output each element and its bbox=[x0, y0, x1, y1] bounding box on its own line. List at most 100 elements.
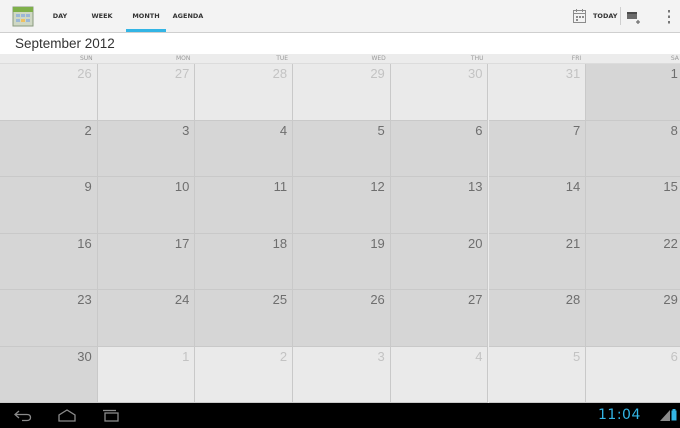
day-number: 29 bbox=[370, 66, 385, 81]
day-cell[interactable]: 22 bbox=[586, 233, 680, 290]
recent-apps-icon[interactable] bbox=[102, 409, 120, 422]
day-number: 5 bbox=[377, 122, 385, 138]
day-number: 22 bbox=[663, 235, 678, 251]
day-cell[interactable]: 27 bbox=[390, 290, 489, 347]
day-number: 1 bbox=[670, 66, 678, 81]
day-cell[interactable]: 4 bbox=[195, 120, 294, 177]
day-cell[interactable]: 27 bbox=[97, 64, 196, 121]
day-number: 2 bbox=[84, 122, 92, 138]
day-number: 25 bbox=[272, 292, 288, 307]
day-number: 28 bbox=[272, 66, 288, 81]
overflow-menu-icon[interactable] bbox=[666, 10, 672, 24]
day-cell[interactable]: 6 bbox=[586, 346, 680, 403]
day-cell[interactable]: 14 bbox=[488, 177, 587, 234]
tab-week[interactable]: WEEK bbox=[87, 0, 117, 32]
day-cell[interactable]: 31 bbox=[488, 64, 587, 121]
day-number: 8 bbox=[670, 122, 678, 138]
weekday-label: MON bbox=[175, 55, 191, 62]
day-cell[interactable]: 25 bbox=[195, 290, 294, 347]
day-cell[interactable]: 13 bbox=[390, 177, 489, 234]
day-number: 14 bbox=[565, 179, 581, 194]
day-cell[interactable]: 10 bbox=[97, 177, 196, 234]
today-button[interactable]: TODAY bbox=[593, 0, 617, 32]
weekday-label: TUE bbox=[276, 55, 289, 62]
day-cell[interactable]: 3 bbox=[97, 120, 196, 177]
day-cell[interactable]: 3 bbox=[293, 346, 391, 403]
day-cell[interactable]: 1 bbox=[97, 346, 196, 403]
day-cell[interactable]: 6 bbox=[390, 120, 489, 177]
day-number: 26 bbox=[77, 66, 92, 81]
new-event-icon[interactable] bbox=[626, 8, 642, 24]
day-cell[interactable]: 5 bbox=[293, 120, 391, 177]
day-cell[interactable]: 24 bbox=[97, 290, 196, 347]
day-cell[interactable]: 8 bbox=[586, 120, 680, 177]
calendar-app-icon[interactable] bbox=[12, 5, 34, 27]
day-number: 5 bbox=[572, 348, 581, 364]
action-bar: DAY WEEK MONTH AGENDA TODAY bbox=[0, 0, 680, 33]
day-cell[interactable]: 20 bbox=[390, 233, 489, 290]
day-cell[interactable]: 30 bbox=[390, 64, 489, 121]
day-number: 18 bbox=[272, 235, 288, 251]
signal-icon bbox=[660, 410, 670, 421]
system-nav-bar: 11:04 bbox=[0, 403, 680, 428]
day-cell[interactable]: 7 bbox=[488, 120, 587, 177]
day-cell[interactable]: 21 bbox=[488, 233, 587, 290]
day-cell[interactable]: 2 bbox=[195, 346, 294, 403]
day-number: 20 bbox=[468, 235, 483, 251]
day-number: 6 bbox=[670, 348, 678, 364]
day-cell[interactable]: 11 bbox=[195, 177, 294, 234]
today-calendar-icon[interactable] bbox=[573, 9, 586, 23]
weekday-label: WED bbox=[371, 55, 386, 62]
day-number: 12 bbox=[370, 179, 385, 194]
day-cell[interactable]: 15 bbox=[586, 177, 680, 234]
day-number: 11 bbox=[273, 179, 288, 194]
day-cell[interactable]: 1 bbox=[586, 64, 680, 121]
day-number: 9 bbox=[84, 179, 92, 194]
back-icon[interactable] bbox=[14, 409, 32, 422]
weekday-label: FRI bbox=[571, 55, 582, 62]
tab-day[interactable]: DAY bbox=[46, 0, 74, 32]
month-grid: 26 27 28 29 30 31 1 2 3 4 5 6 7 8 9 10 11 12 13 14 15 16 17 18 1… bbox=[0, 64, 680, 403]
day-number: 17 bbox=[174, 235, 190, 251]
day-cell[interactable]: 5 bbox=[488, 346, 587, 403]
day-number: 16 bbox=[77, 235, 92, 251]
tab-agenda[interactable]: AGENDA bbox=[170, 0, 206, 32]
day-number: 24 bbox=[174, 292, 190, 307]
day-cell[interactable]: 12 bbox=[293, 177, 391, 234]
day-number: 28 bbox=[565, 292, 581, 307]
day-number: 15 bbox=[663, 179, 678, 194]
day-number: 30 bbox=[77, 348, 92, 364]
weekday-label: SUN bbox=[79, 55, 93, 62]
day-number: 1 bbox=[182, 348, 190, 364]
day-number: 3 bbox=[182, 122, 190, 138]
day-number: 30 bbox=[468, 66, 483, 81]
day-cell[interactable]: 29 bbox=[586, 290, 680, 347]
day-cell[interactable]: 26 bbox=[293, 290, 391, 347]
day-number: 26 bbox=[370, 292, 385, 307]
day-number: 23 bbox=[77, 292, 92, 307]
day-cell[interactable]: 16 bbox=[0, 233, 98, 290]
day-number: 13 bbox=[468, 179, 483, 194]
day-cell[interactable]: 18 bbox=[195, 233, 294, 290]
tab-month[interactable]: MONTH bbox=[126, 0, 166, 32]
month-title: September 2012 bbox=[0, 33, 680, 54]
day-number: 10 bbox=[174, 179, 190, 194]
day-cell[interactable]: 23 bbox=[0, 290, 98, 347]
day-cell[interactable]: 19 bbox=[293, 233, 391, 290]
day-number: 2 bbox=[279, 348, 288, 364]
day-number: 31 bbox=[565, 66, 581, 81]
day-cell[interactable]: 9 bbox=[0, 177, 98, 234]
day-cell[interactable]: 28 bbox=[195, 64, 294, 121]
status-clock: 11:04 bbox=[598, 407, 641, 423]
day-cell[interactable]: 4 bbox=[390, 346, 489, 403]
day-number: 27 bbox=[174, 66, 190, 81]
day-cell[interactable]: 29 bbox=[293, 64, 391, 121]
home-icon[interactable] bbox=[57, 409, 77, 422]
day-cell[interactable]: 2 bbox=[0, 120, 98, 177]
day-number: 29 bbox=[663, 292, 678, 307]
day-cell[interactable]: 26 bbox=[0, 64, 98, 121]
day-number: 6 bbox=[475, 122, 483, 138]
day-cell[interactable]: 30 bbox=[0, 346, 98, 403]
day-cell[interactable]: 28 bbox=[488, 290, 587, 347]
day-cell[interactable]: 17 bbox=[97, 233, 196, 290]
